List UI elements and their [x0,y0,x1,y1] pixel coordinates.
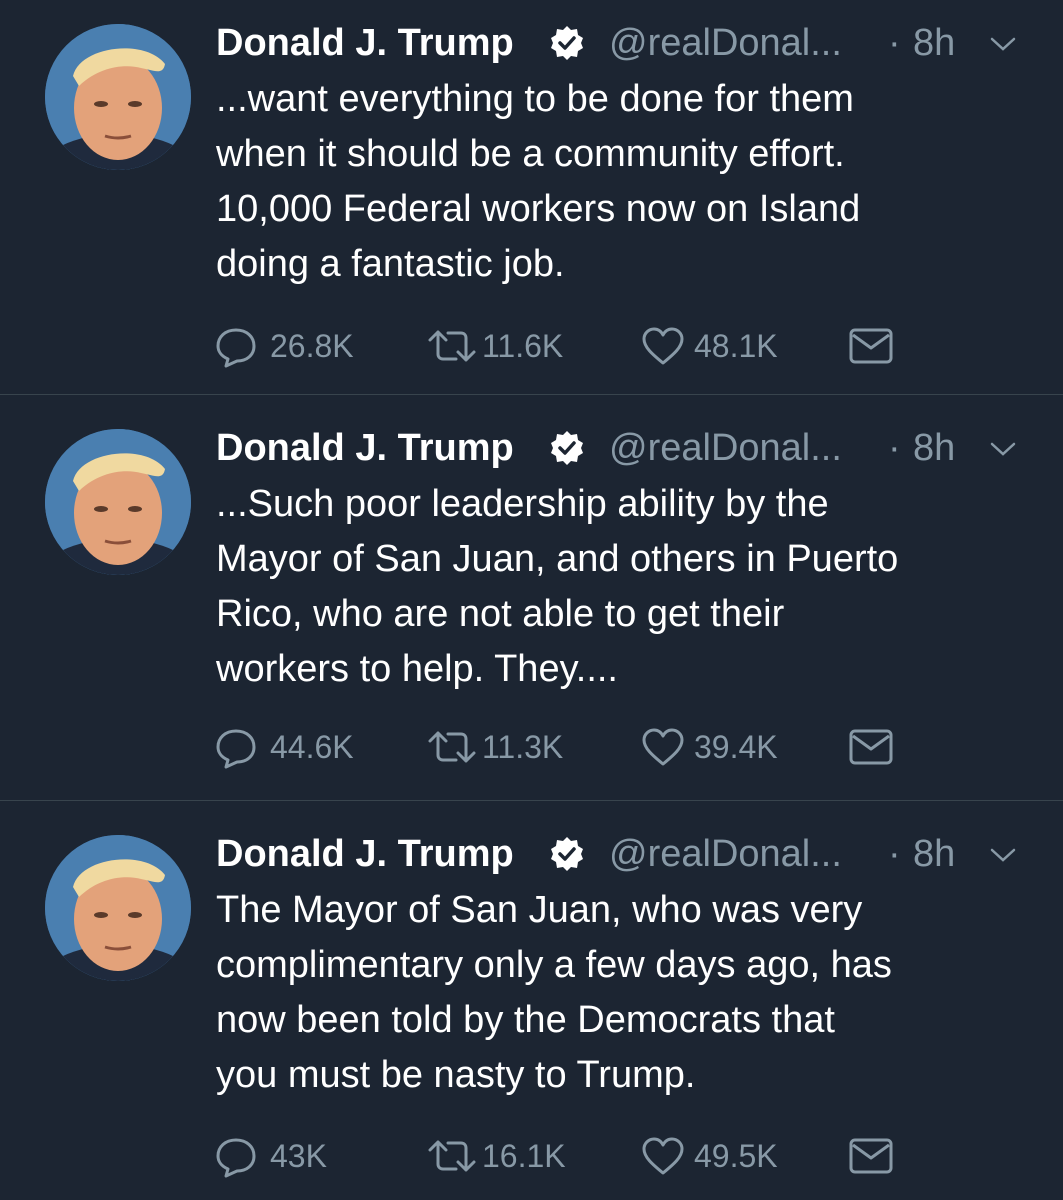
tweet-text: ...want everything to be done for them w… [216,78,861,285]
reply-icon [216,729,256,769]
tweet-header: Donald J. Trump @realDonal... · 8h [216,423,1026,473]
chevron-down-icon[interactable] [988,34,1018,54]
verified-badge-icon [551,837,583,871]
retweet-button[interactable]: 11.3K [426,723,616,771]
direct-message-button[interactable] [848,1132,898,1180]
envelope-icon [849,1138,893,1174]
author-name[interactable]: Donald J. Trump [216,425,514,471]
retweet-count: 11.3K [482,729,564,765]
like-count: 39.4K [694,729,778,765]
heart-icon [642,1137,684,1175]
reply-button[interactable]: 44.6K [214,723,404,771]
avatar[interactable] [45,835,191,981]
tweet[interactable]: Donald J. Trump @realDonal... · 8h The M… [0,801,1063,1200]
retweet-count: 16.1K [482,1138,566,1174]
author-handle[interactable]: @realDonal... [609,425,842,471]
reply-icon [216,328,256,368]
separator-dot: · [888,833,901,875]
tweet-time[interactable]: 8h [913,831,955,877]
reply-count: 44.6K [270,729,354,765]
direct-message-button[interactable] [848,322,898,370]
author-name[interactable]: Donald J. Trump [216,831,514,877]
tweet-text: ...Such poor leadership ability by the M… [216,483,899,690]
envelope-icon [849,729,893,765]
tweet-time[interactable]: 8h [913,20,955,66]
tweet-header: Donald J. Trump @realDonal... · 8h [216,18,1026,68]
chevron-down-icon[interactable] [988,439,1018,459]
retweet-button[interactable]: 16.1K [426,1132,616,1180]
tweet-actions: 26.8K 11.6K 48.1K [214,322,914,370]
like-button[interactable]: 49.5K [640,1132,830,1180]
avatar[interactable] [45,24,191,170]
author-handle[interactable]: @realDonal... [609,20,842,66]
tweet[interactable]: Donald J. Trump @realDonal... · 8h ...Su… [0,395,1063,801]
reply-count: 26.8K [270,328,354,364]
chevron-down-icon[interactable] [988,845,1018,865]
retweet-count: 11.6K [482,328,564,364]
separator-dot: · [888,427,901,469]
like-count: 48.1K [694,328,778,364]
tweet[interactable]: Donald J. Trump @realDonal... · 8h ...wa… [0,0,1063,395]
retweet-icon [428,330,476,362]
reply-button[interactable]: 43K [214,1132,404,1180]
tweet-time[interactable]: 8h [913,425,955,471]
retweet-button[interactable]: 11.6K [426,322,616,370]
retweet-icon [428,731,476,763]
like-count: 49.5K [694,1138,778,1174]
reply-button[interactable]: 26.8K [214,322,404,370]
tweet-header: Donald J. Trump @realDonal... · 8h [216,829,1026,879]
tweet-actions: 44.6K 11.3K 39.4K [214,723,914,771]
like-button[interactable]: 39.4K [640,723,830,771]
direct-message-button[interactable] [848,723,898,771]
verified-badge-icon [551,26,583,60]
verified-badge-icon [551,431,583,465]
retweet-icon [428,1140,476,1172]
envelope-icon [849,328,893,364]
reply-count: 43K [270,1138,327,1174]
reply-icon [216,1138,256,1178]
author-handle[interactable]: @realDonal... [609,831,842,877]
heart-icon [642,728,684,766]
tweet-actions: 43K 16.1K 49.5K [214,1132,914,1180]
heart-icon [642,327,684,365]
tweet-text: The Mayor of San Juan, who was very comp… [216,889,892,1096]
like-button[interactable]: 48.1K [640,322,830,370]
avatar[interactable] [45,429,191,575]
separator-dot: · [888,22,901,64]
author-name[interactable]: Donald J. Trump [216,20,514,66]
